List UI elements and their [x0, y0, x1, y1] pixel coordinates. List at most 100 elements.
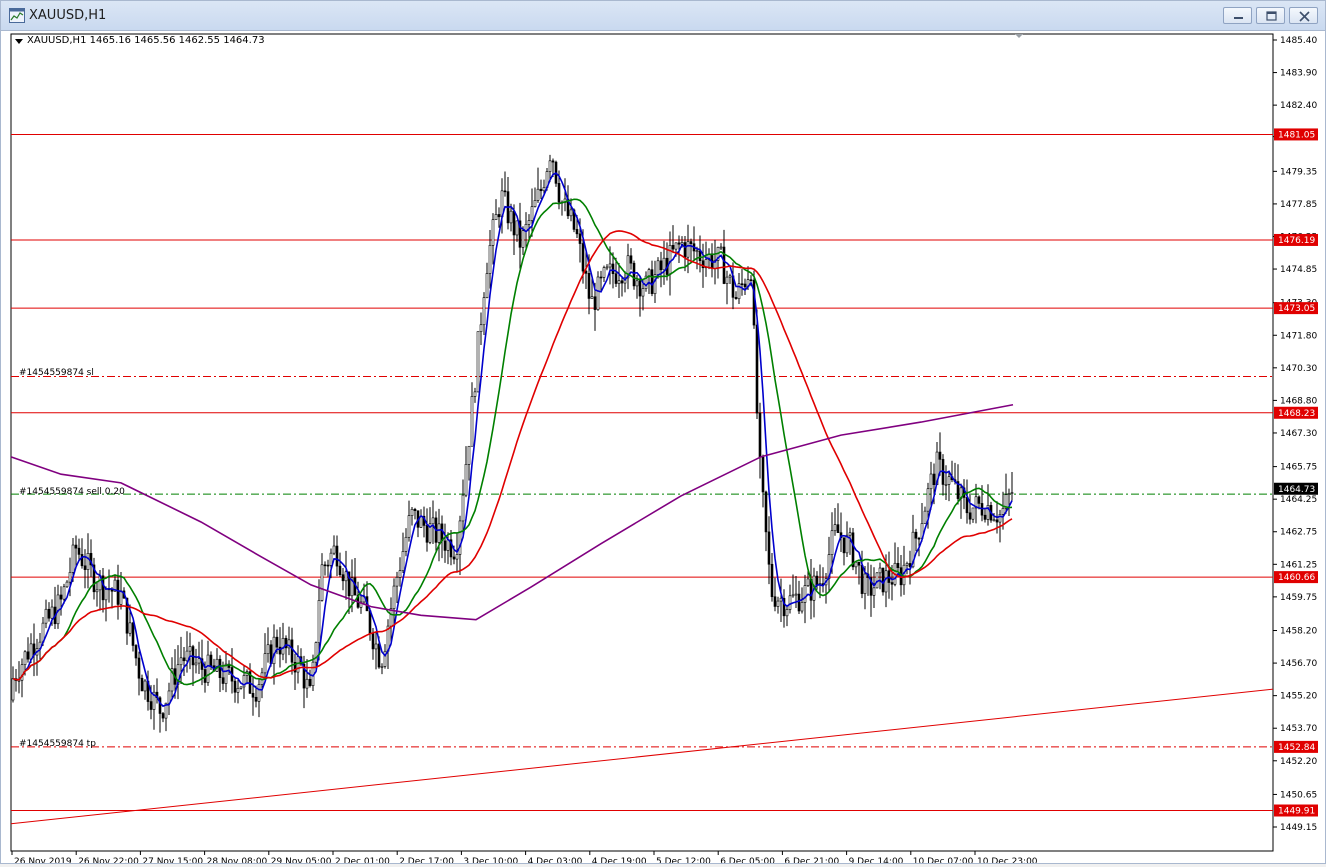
candle-body [617, 280, 621, 284]
candle-body [29, 643, 33, 660]
close-button[interactable] [1289, 7, 1318, 24]
candle-body [695, 250, 699, 253]
candle-body [536, 188, 540, 201]
candle-body [512, 210, 516, 236]
candle-body [308, 678, 312, 686]
time-tick-label: 10 Dec 23:00 [977, 857, 1038, 863]
candle-body [548, 160, 552, 172]
candle-body [263, 653, 267, 674]
candle-body [332, 545, 336, 554]
candle-body [605, 266, 609, 269]
time-tick-label: 26 Nov 22:00 [78, 857, 139, 863]
time-tick-label: 6 Dec 05:00 [720, 857, 775, 863]
candle-body [656, 260, 660, 275]
candle-body [119, 590, 123, 605]
candle-body [179, 657, 183, 666]
candle-body [503, 190, 507, 193]
price-tick-label: 1471.80 [1280, 331, 1317, 341]
candle-body [482, 297, 486, 326]
candle-body [44, 608, 48, 624]
candle-body [446, 539, 450, 551]
candle-body [542, 187, 546, 192]
candle-body [257, 684, 261, 702]
candle-body [134, 645, 138, 659]
minimize-button[interactable] [1223, 7, 1252, 24]
price-chart[interactable]: 1485.401483.901482.401480.951479.351477.… [1, 31, 1325, 867]
candle-body [611, 263, 615, 275]
candle-body [323, 564, 327, 567]
candle-body [635, 280, 639, 287]
candle-body [764, 491, 768, 533]
candle-body [467, 445, 471, 465]
time-tick-label: 5 Dec 12:00 [656, 857, 711, 863]
candle-body [221, 677, 225, 684]
candle-body [728, 275, 732, 278]
candle-body [926, 488, 930, 512]
candle-body [770, 563, 774, 598]
time-tick-label: 29 Nov 05:00 [271, 857, 332, 863]
price-tick-label: 1485.40 [1280, 36, 1317, 46]
candle-body [875, 572, 879, 589]
chart-menu-dropdown-icon[interactable] [15, 39, 23, 44]
price-level-tag-label: 1481.05 [1278, 130, 1315, 140]
candle-body [842, 537, 846, 554]
time-tick-label: 2 Dec 17:00 [399, 857, 454, 863]
candle-body [1007, 493, 1011, 495]
candle-body [683, 242, 687, 258]
title-bar[interactable]: XAUUSD,H1 [1, 1, 1325, 31]
candle-body [290, 639, 294, 663]
candle-body [734, 297, 738, 300]
candle-body [494, 214, 498, 221]
candle-body [149, 701, 153, 710]
candle-body [329, 552, 333, 566]
candle-body [239, 686, 243, 689]
candle-body [59, 594, 63, 600]
price-tick-label: 1479.35 [1280, 167, 1317, 177]
time-tick-label: 4 Dec 19:00 [592, 857, 647, 863]
candle-body [326, 564, 330, 567]
candle-body [338, 565, 342, 575]
candle-body [461, 494, 465, 522]
candle-body [398, 570, 402, 578]
candle-body [1001, 508, 1005, 515]
window-title: XAUUSD,H1 [29, 8, 107, 23]
candle-body [806, 578, 810, 586]
candle-body [836, 524, 840, 533]
price-level-tag-label: 1452.84 [1278, 743, 1315, 753]
candle-body [485, 273, 489, 298]
candle-body [137, 657, 141, 679]
candle-body [395, 577, 399, 587]
minimize-icon [1234, 17, 1243, 19]
candle-body [917, 537, 921, 540]
candle-body [794, 593, 798, 596]
restore-button[interactable] [1256, 7, 1285, 24]
candle-body [527, 220, 531, 225]
candle-body [464, 464, 468, 496]
candle-body [371, 633, 375, 650]
candle-body [275, 636, 279, 648]
chart-window: XAUUSD,H1 1485.401483.901482.401480.9514… [0, 0, 1326, 867]
candle-body [998, 513, 1002, 523]
candle-body [404, 536, 408, 552]
candle-body [524, 224, 528, 232]
candle-body [596, 276, 600, 310]
candle-body [641, 288, 645, 297]
candle-body [743, 283, 747, 288]
candle-body [143, 680, 147, 692]
candle-body [632, 262, 636, 287]
time-tick-label: 6 Dec 21:00 [784, 857, 839, 863]
candle-body [317, 600, 321, 643]
candle-body [470, 396, 474, 447]
candle-body [815, 575, 819, 586]
time-tick-label: 28 Nov 08:00 [207, 857, 268, 863]
candle-body [224, 663, 228, 684]
candle-body [857, 561, 861, 566]
chart-window-icon [9, 8, 25, 23]
candle-body [104, 588, 108, 601]
candle-body [479, 324, 483, 332]
chart-canvas[interactable]: 1485.401483.901482.401480.951479.351477.… [1, 31, 1325, 867]
price-tick-label: 1458.20 [1280, 627, 1317, 637]
time-tick-label: 10 Dec 07:00 [913, 857, 974, 863]
candle-body [860, 564, 864, 594]
price-tick-label: 1482.40 [1280, 101, 1317, 111]
